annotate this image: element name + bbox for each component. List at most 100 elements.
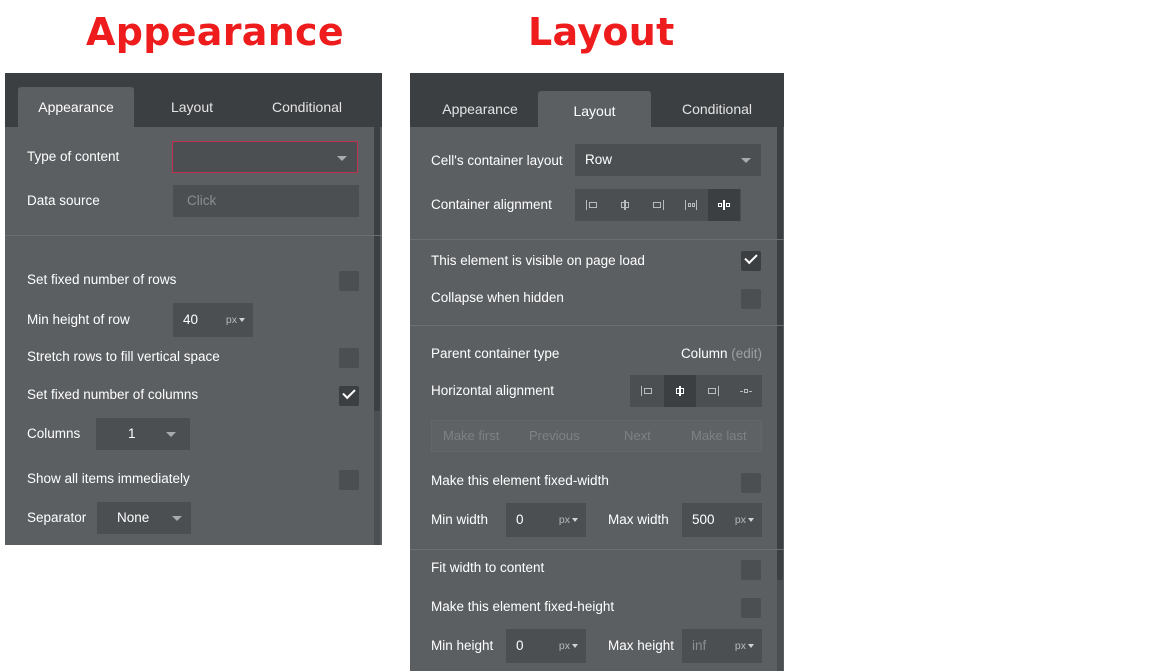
stretch-icon xyxy=(740,386,752,396)
scroll-thumb[interactable] xyxy=(374,127,380,411)
stretch-rows-checkbox[interactable] xyxy=(339,348,359,368)
min-width-input[interactable]: 0 px xyxy=(506,503,586,537)
layout-heading: Layout xyxy=(528,10,675,54)
min-width-value: 0 xyxy=(516,512,524,527)
max-width-input[interactable]: 500 px xyxy=(682,503,762,537)
data-source-label: Data source xyxy=(27,193,100,208)
next-button[interactable]: Next xyxy=(624,421,651,451)
container-alignment-buttons xyxy=(575,189,741,221)
unit-label: px xyxy=(734,514,746,526)
space-between-button[interactable] xyxy=(675,189,707,221)
edit-link[interactable]: (edit) xyxy=(731,346,762,361)
align-end-button[interactable] xyxy=(642,189,674,221)
unit-selector[interactable]: px xyxy=(559,503,578,537)
align-center-button[interactable] xyxy=(609,189,641,221)
min-height-row-label: Min height of row xyxy=(27,312,130,327)
min-height-row-input[interactable]: 40 px xyxy=(173,303,253,337)
divider xyxy=(410,325,784,326)
space-around-button[interactable] xyxy=(708,189,740,221)
unit-label: px xyxy=(558,640,570,652)
data-source-input[interactable]: Click xyxy=(173,185,359,217)
container-alignment-label: Container alignment xyxy=(431,197,552,212)
divider xyxy=(410,239,784,240)
align-right-icon xyxy=(707,386,719,396)
min-height-input[interactable]: 0 px xyxy=(506,629,586,663)
align-start-button[interactable] xyxy=(576,189,608,221)
chevron-down-icon xyxy=(337,156,347,161)
tab-appearance[interactable]: Appearance xyxy=(18,87,134,127)
align-center-icon xyxy=(619,200,631,210)
parent-container-label: Parent container type xyxy=(431,346,560,361)
columns-dropdown[interactable]: 1 xyxy=(96,418,190,450)
visible-on-load-label: This element is visible on page load xyxy=(431,253,645,268)
separator-label: Separator xyxy=(27,510,87,525)
fit-width-label: Fit width to content xyxy=(431,560,545,575)
fixed-columns-checkbox[interactable] xyxy=(339,385,359,406)
align-left-icon xyxy=(641,386,653,396)
tab-conditional[interactable]: Conditional xyxy=(257,87,357,127)
min-width-label: Min width xyxy=(431,512,489,527)
tab-appearance[interactable]: Appearance xyxy=(428,89,532,129)
fit-width-checkbox[interactable] xyxy=(741,560,761,580)
unit-selector[interactable]: px xyxy=(735,629,754,663)
max-height-label: Max height xyxy=(608,638,675,653)
align-right-icon xyxy=(652,200,664,210)
max-height-input[interactable]: inf px xyxy=(682,629,762,663)
separator-dropdown[interactable]: None xyxy=(97,502,191,534)
scrollbar[interactable] xyxy=(374,127,380,545)
tab-bar: Appearance Layout Conditional xyxy=(5,73,382,127)
parent-container-value: Column xyxy=(680,346,728,361)
caret-down-icon xyxy=(572,518,578,523)
space-around-icon xyxy=(718,200,730,210)
visible-on-load-checkbox[interactable] xyxy=(741,250,761,271)
scrollbar[interactable] xyxy=(777,127,783,671)
fixed-width-label: Make this element fixed-width xyxy=(431,473,609,488)
show-all-label: Show all items immediately xyxy=(27,471,190,486)
make-last-button[interactable]: Make last xyxy=(691,421,747,451)
appearance-heading: Appearance xyxy=(86,10,344,54)
fixed-width-checkbox[interactable] xyxy=(741,473,761,493)
unit-label: px xyxy=(734,640,746,652)
caret-down-icon xyxy=(748,644,754,649)
collapse-hidden-label: Collapse when hidden xyxy=(431,290,564,305)
align-stretch-button[interactable] xyxy=(730,375,762,407)
chevron-down-icon xyxy=(741,158,751,163)
collapse-hidden-checkbox[interactable] xyxy=(741,289,761,309)
align-right-button[interactable] xyxy=(697,375,729,407)
max-height-placeholder: inf xyxy=(692,638,707,653)
tab-conditional[interactable]: Conditional xyxy=(664,89,770,129)
make-first-button[interactable]: Make first xyxy=(443,421,499,451)
fixed-rows-checkbox[interactable] xyxy=(339,271,359,291)
align-center-button[interactable] xyxy=(664,375,696,407)
appearance-panel: Appearance Layout Conditional Type of co… xyxy=(5,73,382,545)
type-of-content-label: Type of content xyxy=(27,149,120,164)
min-height-row-value: 40 xyxy=(183,312,199,327)
tab-bar: Appearance Layout Conditional xyxy=(410,73,784,129)
tab-layout[interactable]: Layout xyxy=(145,87,239,127)
unit-selector[interactable]: px xyxy=(735,503,754,537)
max-width-value: 500 xyxy=(692,512,715,527)
order-nav-bar: Make first Previous Next Make last xyxy=(431,420,762,452)
align-left-icon xyxy=(586,200,598,210)
unit-selector[interactable]: px xyxy=(226,303,245,337)
fixed-height-checkbox[interactable] xyxy=(741,598,761,618)
scroll-thumb[interactable] xyxy=(777,127,783,580)
cell-container-layout-dropdown[interactable]: Row xyxy=(575,144,761,176)
chevron-down-icon xyxy=(172,516,182,521)
unit-label: px xyxy=(225,314,237,326)
unit-label: px xyxy=(558,514,570,526)
fixed-columns-label: Set fixed number of columns xyxy=(27,387,199,402)
type-of-content-dropdown[interactable] xyxy=(172,141,358,173)
previous-button[interactable]: Previous xyxy=(529,421,580,451)
separator-value: None xyxy=(117,510,150,525)
columns-value: 1 xyxy=(128,426,136,441)
columns-label: Columns xyxy=(27,426,81,441)
min-height-value: 0 xyxy=(516,638,524,653)
max-width-label: Max width xyxy=(608,512,669,527)
layout-panel: Appearance Layout Conditional Cell's con… xyxy=(410,73,784,671)
tab-layout[interactable]: Layout xyxy=(538,91,651,129)
align-left-button[interactable] xyxy=(631,375,663,407)
show-all-checkbox[interactable] xyxy=(339,470,359,490)
unit-selector[interactable]: px xyxy=(559,629,578,663)
cell-container-layout-label: Cell's container layout xyxy=(431,153,563,168)
